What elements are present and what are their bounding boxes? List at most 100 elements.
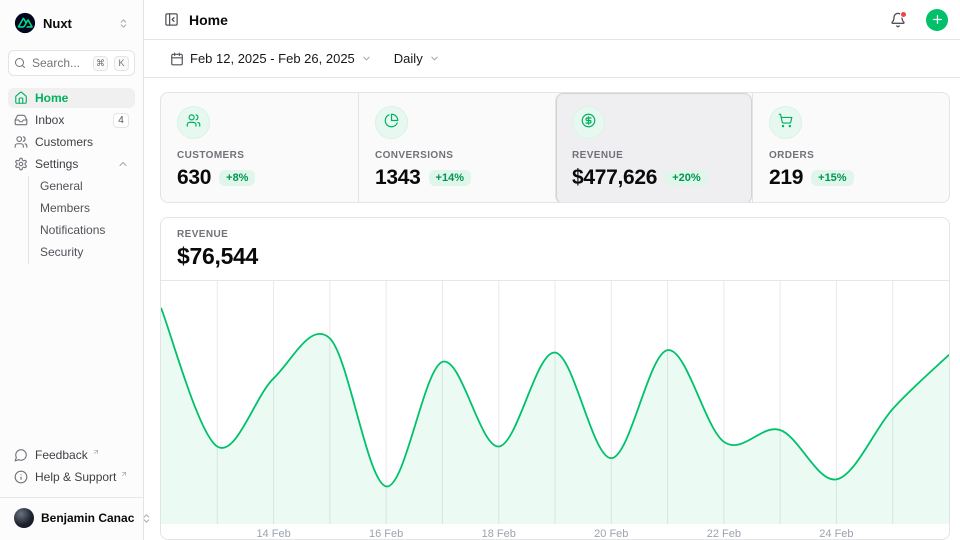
revenue-area-chart[interactable]: 14 Feb16 Feb18 Feb20 Feb22 Feb24 Feb [161, 281, 949, 540]
stat-value: 1343 [375, 166, 421, 190]
period-value: Daily [394, 51, 423, 66]
page-title: Home [189, 12, 880, 28]
stat-delta-badge: +15% [811, 170, 853, 186]
user-name: Benjamin Canac [41, 511, 134, 525]
stat-card-orders[interactable]: ORDERS 219 +15% [752, 93, 949, 203]
sidebar-footer: Feedback Help & Support Benjamin Canac [8, 445, 135, 532]
notifications-button[interactable] [890, 12, 906, 28]
message-circle-icon [14, 448, 28, 462]
kbd-cmd: ⌘ [93, 56, 108, 71]
sidebar-subitem-notifications[interactable]: Notifications [34, 220, 135, 240]
kbd-k: K [114, 56, 129, 71]
sidebar-subitem-members[interactable]: Members [34, 198, 135, 218]
chevron-down-icon [361, 53, 372, 64]
unread-dot [900, 11, 907, 18]
stat-card-conversions[interactable]: CONVERSIONS 1343 +14% [358, 93, 555, 203]
x-axis-labels: 14 Feb16 Feb18 Feb20 Feb22 Feb24 Feb [161, 528, 949, 540]
house-icon [14, 91, 28, 105]
stat-icon-wrap [375, 106, 408, 139]
x-axis-tick-label: 16 Feb [369, 528, 403, 540]
dashboard-window: Nuxt Search... ⌘ K Home Inbox 4 Customers Se… [0, 0, 960, 540]
stat-label: ORDERS [769, 150, 933, 161]
divider [0, 497, 143, 498]
sidebar-item-feedback[interactable]: Feedback [8, 445, 135, 465]
sidebar-item-label: Inbox [35, 113, 106, 127]
user-avatar [14, 508, 34, 528]
stat-value: 630 [177, 166, 211, 190]
stat-value: $477,626 [572, 166, 657, 190]
stats-row: CUSTOMERS 630 +8% CONVERSIONS 1343 +14% REVENU… [160, 92, 950, 203]
shopping-cart-icon [778, 113, 793, 133]
revenue-chart-panel: REVENUE $76,544 14 Feb16 Feb18 Feb20 Feb… [160, 217, 950, 540]
sidebar: Nuxt Search... ⌘ K Home Inbox 4 Customers Se… [0, 0, 144, 540]
x-axis-tick-label: 18 Feb [482, 528, 516, 540]
x-axis-tick-label: 22 Feb [707, 528, 741, 540]
sidebar-subitem-general[interactable]: General [34, 176, 135, 196]
stat-icon-wrap [177, 106, 210, 139]
workspace-name: Nuxt [43, 16, 111, 31]
arrow-up-right-icon [120, 470, 128, 478]
chevron-up-icon [117, 158, 129, 170]
period-select[interactable]: Daily [388, 47, 446, 70]
x-axis-tick-label: 24 Feb [819, 528, 853, 540]
user-menu-button[interactable]: Benjamin Canac [8, 506, 135, 532]
stat-icon-wrap [572, 106, 605, 139]
sidebar-subitem-label: Notifications [40, 223, 129, 237]
filter-bar: Feb 12, 2025 - Feb 26, 2025 Daily [144, 40, 960, 78]
stat-card-revenue[interactable]: REVENUE$477,626+20% [555, 93, 752, 203]
search-input[interactable]: Search... ⌘ K [8, 50, 135, 76]
pie-chart-icon [384, 113, 399, 133]
nuxt-logo-icon [14, 12, 36, 34]
inbox-icon [14, 113, 28, 127]
sidebar-item-label: Home [35, 91, 129, 105]
sidebar-collapse-button[interactable] [164, 12, 179, 27]
stat-label: REVENUE [572, 150, 736, 161]
calendar-icon [170, 52, 184, 66]
stat-delta-badge: +14% [429, 170, 471, 186]
stat-label: CONVERSIONS [375, 150, 539, 161]
info-circle-icon [14, 470, 28, 484]
stat-card-customers[interactable]: CUSTOMERS 630 +8% [161, 93, 358, 203]
chevron-down-icon [429, 53, 440, 64]
sidebar-item-customers[interactable]: Customers [8, 132, 135, 152]
sidebar-nav: Home Inbox 4 Customers Settings General Member… [8, 88, 135, 445]
date-range-value: Feb 12, 2025 - Feb 26, 2025 [190, 51, 355, 66]
panel-left-close-icon [164, 12, 179, 27]
x-axis-tick-label: 14 Feb [256, 528, 290, 540]
users-icon [14, 135, 28, 149]
arrow-up-right-icon [92, 448, 100, 456]
search-icon [14, 57, 26, 69]
chevrons-up-down-icon [118, 18, 129, 29]
sidebar-subnav-settings: General Members Notifications Security [28, 176, 135, 264]
chart-current-value: $76,544 [177, 243, 933, 270]
sidebar-subitem-security[interactable]: Security [34, 242, 135, 262]
sidebar-item-label: Settings [35, 157, 110, 171]
main-area: Home Feb 12, 2025 - Feb 26, 2025 [144, 0, 960, 540]
sidebar-item-label: Feedback [35, 448, 88, 462]
gear-icon [14, 157, 28, 171]
sidebar-item-label: Customers [35, 135, 129, 149]
stat-icon-wrap [769, 106, 802, 139]
circle-dollar-icon [581, 113, 596, 133]
stat-label: CUSTOMERS [177, 150, 342, 161]
inbox-count-badge: 4 [113, 113, 129, 128]
sidebar-item-settings[interactable]: Settings [8, 154, 135, 174]
plus-icon [931, 13, 944, 26]
workspace-picker[interactable]: Nuxt [8, 8, 135, 38]
chart-canvas [161, 281, 949, 524]
sidebar-item-home[interactable]: Home [8, 88, 135, 108]
top-header: Home [144, 0, 960, 40]
stat-value: 219 [769, 166, 803, 190]
sidebar-subitem-label: Security [40, 245, 129, 259]
sidebar-item-label: Help & Support [35, 470, 116, 484]
sidebar-item-help-support[interactable]: Help & Support [8, 467, 135, 487]
page-content: CUSTOMERS 630 +8% CONVERSIONS 1343 +14% REVENU… [144, 78, 960, 540]
search-placeholder: Search... [32, 56, 87, 70]
sidebar-item-inbox[interactable]: Inbox 4 [8, 110, 135, 130]
sidebar-subitem-label: General [40, 179, 129, 193]
sidebar-subitem-label: Members [40, 201, 129, 215]
stat-delta-badge: +8% [219, 170, 255, 186]
date-range-picker[interactable]: Feb 12, 2025 - Feb 26, 2025 [164, 47, 378, 70]
new-item-button[interactable] [926, 9, 948, 31]
chart-kicker: REVENUE [177, 229, 933, 240]
